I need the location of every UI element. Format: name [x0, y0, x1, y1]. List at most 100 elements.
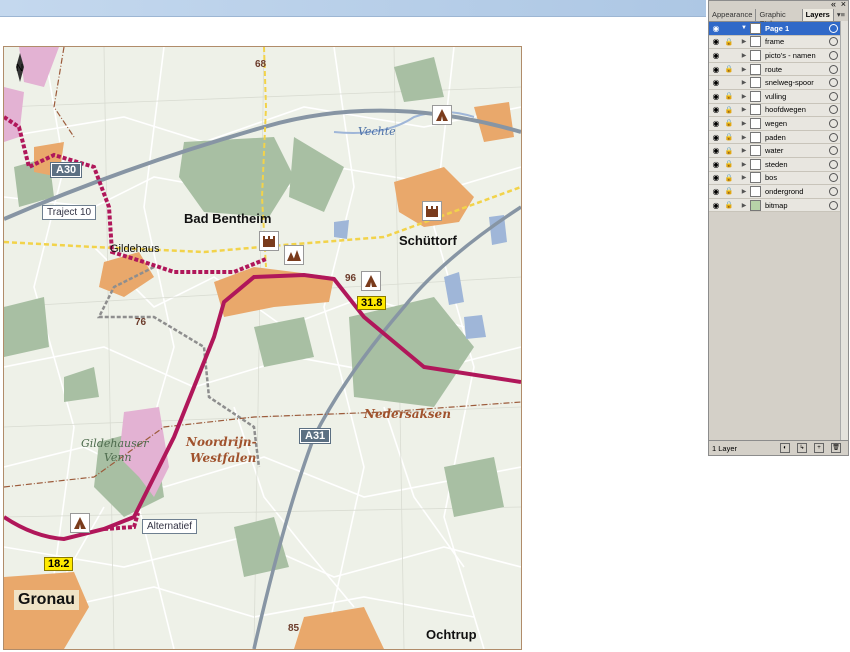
visibility-eye-icon[interactable]: ◉ — [711, 65, 721, 74]
tab-layers[interactable]: Layers — [802, 9, 834, 21]
visibility-eye-icon[interactable]: ◉ — [711, 160, 721, 169]
close-icon[interactable]: × — [841, 0, 846, 9]
lock-icon[interactable]: 🔒 — [724, 174, 734, 182]
expand-triangle-icon[interactable]: ▶ — [740, 38, 748, 45]
layer-name: bitmap — [765, 200, 788, 210]
layer-row-bitmap[interactable]: ◉ 🔒 ▶ bitmap — [709, 199, 848, 213]
a31-shield: A31 — [298, 428, 332, 444]
expand-triangle-icon[interactable]: ▶ — [740, 52, 748, 59]
visibility-eye-icon[interactable]: ◉ — [711, 105, 721, 114]
new-layer-icon[interactable]: + — [814, 443, 824, 453]
visibility-eye-icon[interactable]: ◉ — [711, 133, 721, 142]
expand-triangle-icon[interactable]: ▶ — [740, 188, 748, 195]
camping-icon — [70, 513, 90, 533]
lock-icon[interactable]: 🔒 — [724, 160, 734, 168]
layer-row-route[interactable]: ◉ 🔒 ▶ route — [709, 63, 848, 77]
target-circle-icon[interactable] — [829, 132, 838, 142]
visibility-eye-icon[interactable]: ◉ — [711, 187, 721, 196]
target-circle-icon[interactable] — [829, 91, 838, 101]
layer-row-water[interactable]: ◉ 🔒 ▶ water — [709, 144, 848, 158]
panel-menu-icon[interactable]: ▾≡ — [834, 9, 848, 21]
delete-layer-icon[interactable]: 🗑 — [831, 443, 841, 453]
layer-row-hoofdwegen[interactable]: ◉ 🔒 ▶ hoofdwegen — [709, 104, 848, 118]
target-circle-icon[interactable] — [829, 186, 838, 196]
panel-title-bar: « × — [709, 0, 848, 9]
expand-triangle-icon[interactable]: ▼ — [740, 25, 748, 31]
lock-icon[interactable]: 🔒 — [724, 38, 734, 46]
target-circle-icon[interactable] — [829, 173, 838, 183]
layer-thumbnail — [750, 185, 761, 197]
layer-name: Page 1 — [765, 23, 790, 33]
tab-appearance[interactable]: Appearance — [709, 9, 757, 21]
lock-icon[interactable]: 🔒 — [724, 147, 734, 155]
make-clipping-mask-icon[interactable]: ◐ — [780, 443, 790, 453]
target-circle-icon[interactable] — [829, 50, 838, 60]
expand-triangle-icon[interactable]: ▶ — [740, 106, 748, 113]
expand-triangle-icon[interactable]: ▶ — [740, 79, 748, 86]
visibility-eye-icon[interactable]: ◉ — [711, 119, 721, 128]
target-circle-icon[interactable] — [829, 118, 838, 128]
lock-icon[interactable]: 🔒 — [724, 65, 734, 73]
target-circle-icon[interactable] — [829, 23, 838, 33]
layer-name: frame — [765, 37, 785, 47]
lock-icon[interactable]: 🔒 — [724, 92, 734, 100]
layer-row-vulling[interactable]: ◉ 🔒 ▶ vulling — [709, 90, 848, 104]
lock-icon[interactable]: 🔒 — [724, 119, 734, 127]
layer-row-wegen[interactable]: ◉ 🔒 ▶ wegen — [709, 117, 848, 131]
panel-tabs: Appearance Graphic Styles Layers ▾≡ — [709, 9, 848, 28]
layer-name: vulling — [765, 91, 787, 101]
new-sublayer-icon[interactable]: ↳ — [797, 443, 807, 453]
layer-list-scrollbar[interactable] — [840, 21, 848, 441]
layer-row-ondergrond[interactable]: ◉ 🔒 ▶ ondergrond — [709, 185, 848, 199]
layer-row-frame[interactable]: ◉ 🔒 ▶ frame — [709, 36, 848, 50]
km-marker-18-2: 18.2 — [44, 557, 74, 571]
collapse-icon[interactable]: « — [831, 0, 836, 9]
layer-row-bos[interactable]: ◉ 🔒 ▶ bos — [709, 172, 848, 186]
layer-row-page-1[interactable]: ◉ ▼ Page 1 — [709, 22, 848, 36]
a30-shield: A30 — [49, 162, 83, 178]
target-circle-icon[interactable] — [829, 146, 838, 156]
expand-triangle-icon[interactable]: ▶ — [740, 120, 748, 127]
lock-icon[interactable]: 🔒 — [724, 201, 734, 209]
expand-triangle-icon[interactable]: ▶ — [740, 93, 748, 100]
height-85: 85 — [288, 623, 300, 634]
region-nedersaksen: Nedersaksen — [364, 407, 451, 421]
visibility-eye-icon[interactable]: ◉ — [711, 78, 721, 87]
map-artwork[interactable]: N A30 A31 Traject 10 Alternatief Bad Ben… — [3, 46, 522, 650]
target-circle-icon[interactable] — [829, 200, 838, 210]
layer-name: water — [765, 146, 784, 156]
visibility-eye-icon[interactable]: ◉ — [711, 24, 721, 33]
expand-triangle-icon[interactable]: ▶ — [740, 66, 748, 73]
castle-icon — [259, 231, 279, 251]
lock-icon[interactable]: 🔒 — [724, 106, 734, 114]
target-circle-icon[interactable] — [829, 64, 838, 74]
expand-triangle-icon[interactable]: ▶ — [740, 202, 748, 209]
north-label: N — [16, 63, 24, 74]
layer-thumbnail — [750, 22, 761, 34]
visibility-eye-icon[interactable]: ◉ — [711, 92, 721, 101]
target-circle-icon[interactable] — [829, 105, 838, 115]
expand-triangle-icon[interactable]: ▶ — [740, 161, 748, 168]
camping-icon — [361, 271, 381, 291]
layers-panel: « × Appearance Graphic Styles Layers ▾≡ … — [708, 0, 849, 456]
expand-triangle-icon[interactable]: ▶ — [740, 134, 748, 141]
visibility-eye-icon[interactable]: ◉ — [711, 146, 721, 155]
town-gronau: Gronau — [14, 590, 79, 610]
target-circle-icon[interactable] — [829, 37, 838, 47]
visibility-eye-icon[interactable]: ◉ — [711, 51, 721, 60]
layer-row-pictos-namen[interactable]: ◉ ▶ picto's - namen — [709, 49, 848, 63]
expand-triangle-icon[interactable]: ▶ — [740, 147, 748, 154]
tab-graphic-styles[interactable]: Graphic Styles — [756, 9, 803, 28]
target-circle-icon[interactable] — [829, 78, 838, 88]
lock-icon[interactable]: 🔒 — [724, 133, 734, 141]
town-schuttorf: Schüttorf — [399, 233, 457, 248]
layer-row-snelweg-spoor[interactable]: ◉ ▶ snelweg-spoor — [709, 76, 848, 90]
lock-icon[interactable]: 🔒 — [724, 187, 734, 195]
visibility-eye-icon[interactable]: ◉ — [711, 37, 721, 46]
visibility-eye-icon[interactable]: ◉ — [711, 173, 721, 182]
visibility-eye-icon[interactable]: ◉ — [711, 201, 721, 210]
layer-row-steden[interactable]: ◉ 🔒 ▶ steden — [709, 158, 848, 172]
layer-row-paden[interactable]: ◉ 🔒 ▶ paden — [709, 131, 848, 145]
target-circle-icon[interactable] — [829, 159, 838, 169]
expand-triangle-icon[interactable]: ▶ — [740, 174, 748, 181]
